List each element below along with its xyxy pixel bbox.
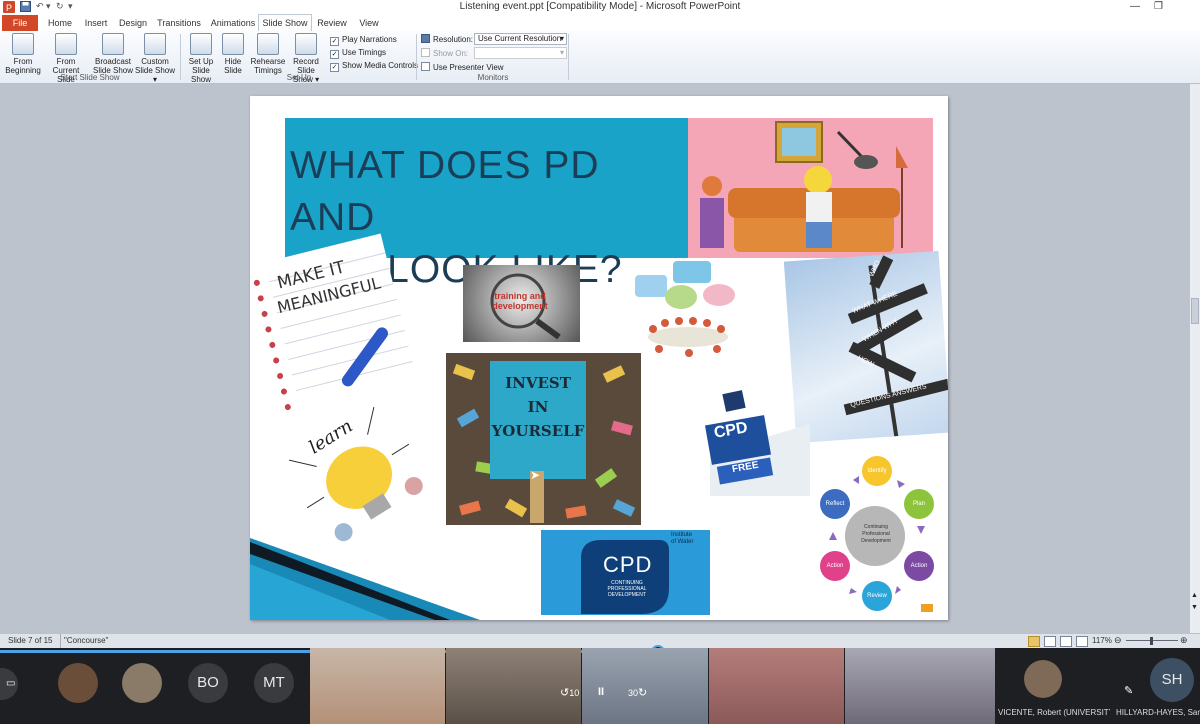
normal-view-icon[interactable] [1028, 636, 1040, 647]
next-slide-icon[interactable]: ▼ [1191, 604, 1198, 611]
ribbon: From Beginning From Current Slide Broadc… [0, 31, 1200, 84]
ribbon-tabs: File Home Insert Design Transitions Anim… [0, 14, 1200, 33]
pen-icon[interactable]: ✎ [1124, 684, 1133, 697]
zoom-in-icon[interactable]: ⊕ [1180, 635, 1188, 646]
window-title: Listening event.ppt [Compatibility Mode]… [459, 1, 741, 12]
resolution-label: Resolution: [421, 34, 473, 44]
participant-avatar-sh[interactable]: SH [1150, 658, 1194, 702]
checkbox-checked-icon: ✓ [330, 50, 339, 59]
participant-name: HILLYARD-HAYES, Sarah [1116, 708, 1200, 717]
projector-screen-icon [12, 33, 34, 55]
checkbox-checked-icon: ✓ [330, 37, 339, 46]
custom-show-icon [144, 33, 166, 55]
group-label-monitors: Monitors [477, 73, 509, 82]
participant-avatar-bo[interactable]: BO [188, 663, 228, 703]
tab-design[interactable]: Design [116, 15, 150, 31]
use-presenter-view-checkbox[interactable]: Use Presenter View [421, 62, 504, 72]
status-bar: Slide 7 of 15 "Concourse" 117% ⊖ ⊕ [0, 633, 1200, 648]
team-meeting-image [633, 259, 743, 359]
participant-avatar-mt[interactable]: MT [254, 663, 294, 703]
institute-of-water-cpd-image: CPD CONTINUING PROFESSIONAL DEVELOPMENT … [541, 530, 710, 615]
video-call-strip: BO MT ↺10 II 30↻ VICENTE, Robert (UNIVER… [0, 645, 1200, 724]
theme-name: "Concourse" [64, 636, 109, 645]
group-label-set-up: Set Up [286, 73, 312, 82]
pause-button[interactable]: II [598, 686, 604, 698]
checkbox-checked-icon: ✓ [330, 63, 339, 72]
record-icon [295, 33, 317, 55]
participant-photo[interactable] [58, 663, 98, 703]
group-separator [180, 34, 181, 80]
restore-button[interactable]: ❐ [1154, 1, 1163, 12]
show-on-label: Show On: [421, 48, 468, 58]
tab-review[interactable]: Review [314, 15, 350, 31]
from-beginning-button[interactable]: From Beginning [3, 33, 43, 75]
slide-canvas[interactable]: WHAT DOES PD AND CPD LOOK LIKE? MAKE IT … [250, 96, 948, 620]
broadcast-slide-show-button[interactable]: Broadcast Slide Show [92, 33, 134, 75]
slide-sorter-icon[interactable] [1044, 636, 1056, 647]
scrollbar-thumb[interactable] [1191, 298, 1199, 324]
previous-slide-icon[interactable]: ▲ [1191, 592, 1198, 599]
skip-forward-button[interactable]: 30↻ [628, 686, 647, 699]
stopwatch-icon [257, 33, 279, 55]
participant-photo[interactable] [122, 663, 162, 703]
group-label-start-slide-show: Start Slide Show [60, 73, 120, 82]
show-media-controls-checkbox[interactable]: ✓ Show Media Controls [330, 61, 418, 72]
play-narrations-checkbox[interactable]: ✓ Play Narrations [330, 35, 397, 46]
chevron-down-icon: ▾ [559, 34, 564, 43]
group-separator [568, 34, 569, 80]
hide-slide-button[interactable]: Hide Slide [220, 33, 246, 75]
broadcast-icon [102, 33, 124, 55]
status-divider [60, 634, 61, 648]
slide-show-view-icon[interactable] [1076, 636, 1088, 647]
tab-insert[interactable]: Insert [80, 15, 112, 31]
rehearse-timings-button[interactable]: Rehearse Timings [250, 33, 286, 75]
setup-icon [190, 33, 212, 55]
vertical-scrollbar[interactable]: ▲ ▼ [1190, 84, 1200, 633]
show-on-dropdown[interactable]: ▾ [474, 47, 567, 59]
minimize-button[interactable]: — [1130, 1, 1140, 12]
mouse-cursor-icon: ➤ [530, 468, 541, 482]
participant-photo[interactable] [1024, 660, 1062, 698]
tab-animations[interactable]: Animations [208, 15, 258, 31]
resolution-dropdown[interactable]: Use Current Resolution ▾ [474, 33, 567, 45]
invest-in-yourself-image: INVEST IN YOURSELF [446, 353, 641, 525]
reading-view-icon[interactable] [1060, 636, 1072, 647]
cpd-cycle-diagram: Continuing Professional Development Iden… [815, 454, 937, 616]
slide-title-box[interactable]: WHAT DOES PD AND CPD LOOK LIKE? [285, 118, 688, 291]
zoom-level[interactable]: 117% [1092, 636, 1112, 645]
participant-name: VICENTE, Robert (UNIVERSITY COLL... [998, 708, 1110, 717]
cartoon-couch-image [688, 118, 933, 258]
tab-transitions[interactable]: Transitions [154, 15, 204, 31]
chevron-down-icon: ▾ [559, 48, 564, 57]
group-separator [416, 34, 417, 80]
zoom-slider-thumb[interactable] [1150, 637, 1153, 645]
cpd-sign-image: CPD FREE [700, 384, 810, 496]
monitor-icon [421, 34, 430, 43]
monitor-icon [421, 48, 430, 57]
participant-video[interactable] [845, 648, 995, 724]
skip-back-button[interactable]: ↺10 [560, 686, 579, 699]
slide-counter: Slide 7 of 15 [8, 636, 53, 645]
title-bar: P ↶ ▾ ↻ ▾ Listening event.ppt [Compatibi… [0, 0, 1200, 15]
participant-video[interactable] [310, 648, 445, 724]
tab-home[interactable]: Home [43, 15, 77, 31]
projector-screen-icon [55, 33, 77, 55]
hide-slide-icon [222, 33, 244, 55]
slide-corner-decoration [250, 534, 480, 620]
training-development-image: training and development [463, 265, 580, 342]
zoom-out-icon[interactable]: ⊖ [1114, 635, 1122, 646]
participant-video[interactable] [709, 648, 844, 724]
tab-file[interactable]: File [2, 15, 38, 31]
chat-icon[interactable]: ▭ [6, 678, 15, 689]
tab-view[interactable]: View [354, 15, 384, 31]
use-timings-checkbox[interactable]: ✓ Use Timings [330, 48, 386, 59]
checkbox-unchecked-icon [421, 62, 430, 71]
